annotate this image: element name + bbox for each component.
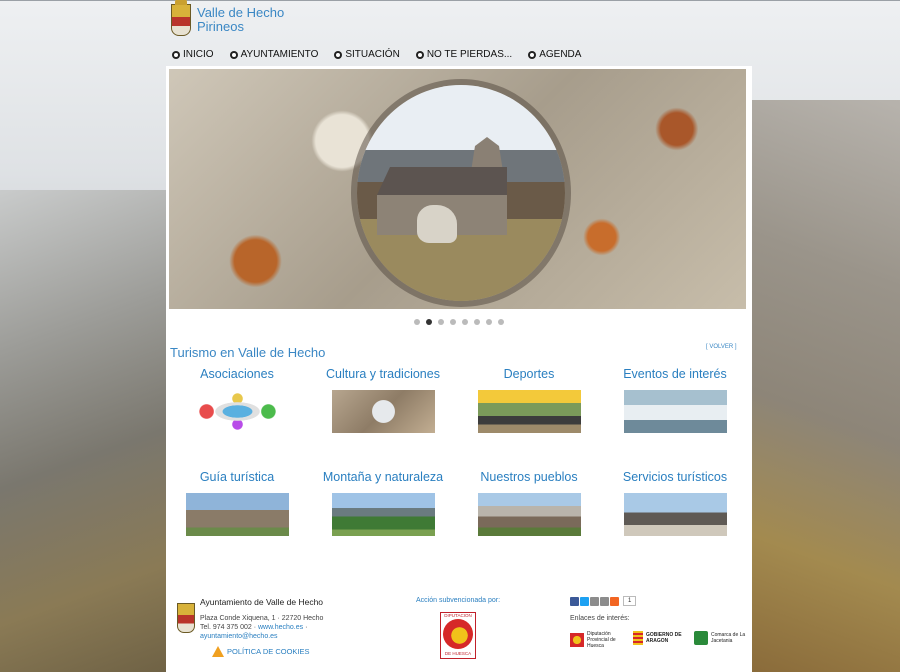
footer-contact-line: Tel. 974 375 002 · www.hecho.es · — [200, 623, 323, 632]
share-plus-icon[interactable] — [610, 596, 619, 606]
site-title: Valle de Hecho — [197, 5, 285, 20]
slider-dot[interactable] — [438, 319, 444, 325]
nav-item-label: INICIO — [183, 49, 214, 60]
footer-phone: Tel. 974 375 002 · — [200, 624, 257, 631]
subsidized-label: Acción subvencionada por: — [416, 597, 501, 604]
link-comarca-jacetania[interactable]: Comarca de La Jacetania — [694, 631, 751, 645]
category-thumbnail[interactable] — [477, 493, 581, 536]
footer-email-link[interactable]: ayuntamiento@hecho.es — [200, 633, 278, 640]
cookies-policy-link[interactable]: POLÍTICA DE COOKIES — [212, 646, 310, 657]
main-panel: Turismo en Valle de Hecho [ VOLVER ] Aso… — [166, 66, 752, 672]
nav-item-no-te-pierdas[interactable]: NO TE PIERDAS... — [415, 49, 513, 60]
share-count: 1 — [623, 596, 637, 606]
category-eventos[interactable]: Eventos de interés — [605, 367, 745, 433]
category-label[interactable]: Asociaciones — [167, 367, 307, 381]
slider-dot[interactable] — [462, 319, 468, 325]
nav-bullet-icon — [334, 50, 343, 59]
diputacion-logo-icon — [570, 633, 584, 647]
link-label: Comarca de La Jacetania — [711, 632, 746, 644]
logo-text: Valle de Hecho Pirineos — [197, 6, 284, 34]
link-label: Diputación Provincial de Huesca — [587, 631, 616, 649]
nav-bullet-icon — [172, 50, 180, 59]
category-cultura[interactable]: Cultura y tradiciones — [313, 367, 453, 433]
category-thumbnail[interactable] — [331, 493, 435, 536]
nav-item-situacion[interactable]: SITUACIÓN — [334, 49, 400, 60]
site-subtitle: Pirineos — [197, 19, 244, 34]
footer-org-name: Ayuntamiento de Valle de Hecho — [200, 597, 324, 607]
email-icon[interactable] — [590, 596, 599, 606]
print-icon[interactable] — [600, 596, 609, 606]
category-label[interactable]: Eventos de interés — [605, 367, 745, 381]
category-label[interactable]: Nuestros pueblos — [459, 470, 599, 484]
cookies-label: POLÍTICA DE COOKIES — [227, 647, 310, 656]
nav-item-inicio[interactable]: INICIO — [172, 49, 214, 60]
category-thumbnail[interactable] — [477, 390, 581, 433]
footer-address: Plaza Conde Xiquena, 1 · 22720 Hecho — [200, 615, 324, 622]
slider-dot[interactable] — [498, 319, 504, 325]
category-label[interactable]: Cultura y tradiciones — [313, 367, 453, 381]
links-of-interest-label: Enlaces de interés: — [570, 615, 630, 622]
main-nav: INICIO AYUNTAMIENTO SITUACIÓN NO TE PIER… — [172, 49, 597, 60]
nav-bullet-icon — [415, 50, 424, 59]
slider-dot-active[interactable] — [426, 319, 432, 325]
slider-photo-window — [357, 85, 565, 301]
category-servicios[interactable]: Servicios turísticos — [605, 470, 745, 536]
slider-pagination — [414, 319, 510, 325]
slider-dot[interactable] — [414, 319, 420, 325]
link-diputacion-huesca[interactable]: Diputación Provincial de Huesca — [570, 631, 619, 649]
footer-address-block: Plaza Conde Xiquena, 1 · 22720 Hecho Tel… — [200, 614, 323, 641]
category-thumbnail[interactable] — [185, 493, 289, 536]
nav-item-label: NO TE PIERDAS... — [426, 49, 513, 60]
category-label[interactable]: Guía turística — [167, 470, 307, 484]
category-asociaciones[interactable]: Asociaciones — [167, 367, 307, 433]
category-pueblos[interactable]: Nuestros pueblos — [459, 470, 599, 536]
slider-dot[interactable] — [450, 319, 456, 325]
jacetania-logo-icon — [694, 631, 708, 645]
category-guia[interactable]: Guía turística — [167, 470, 307, 536]
dph-emblem-icon — [443, 619, 473, 649]
footer-separator: · — [305, 624, 308, 631]
share-bar: 1 — [570, 596, 637, 606]
twitter-icon[interactable] — [580, 596, 589, 606]
category-thumbnail[interactable] — [185, 390, 289, 433]
slider-dot[interactable] — [486, 319, 492, 325]
site-logo[interactable]: Valle de Hecho Pirineos — [171, 0, 284, 36]
sculpture-image — [417, 205, 457, 243]
section-title: Turismo en Valle de Hecho — [170, 345, 326, 360]
category-montana[interactable]: Montaña y naturaleza — [313, 470, 453, 536]
slider-dot[interactable] — [474, 319, 480, 325]
category-label[interactable]: Servicios turísticos — [605, 470, 745, 484]
dph-logo-top: DIPUTACION — [444, 613, 472, 618]
diputacion-huesca-logo[interactable]: DIPUTACION DE HUESCA — [440, 612, 476, 659]
warning-icon — [212, 646, 224, 657]
category-thumbnail[interactable] — [331, 390, 435, 433]
nav-item-label: AYUNTAMIENTO — [240, 49, 319, 60]
footer-coat-of-arms-icon — [177, 603, 195, 633]
category-thumbnail[interactable] — [623, 493, 727, 536]
category-label[interactable]: Montaña y naturaleza — [313, 470, 453, 484]
dph-logo-bottom: DE HUESCA — [444, 651, 472, 656]
footer-web-link[interactable]: www.hecho.es — [258, 624, 303, 631]
category-label[interactable]: Deportes — [459, 367, 599, 381]
nav-bullet-icon — [528, 50, 537, 59]
back-link[interactable]: [ VOLVER ] — [706, 344, 737, 350]
nav-item-label: SITUACIÓN — [345, 49, 400, 60]
nav-item-agenda[interactable]: AGENDA — [528, 49, 581, 60]
nav-bullet-icon — [229, 50, 238, 59]
coat-of-arms-icon — [171, 0, 191, 36]
nav-item-label: AGENDA — [539, 49, 582, 60]
aragon-flag-icon — [633, 631, 643, 645]
category-thumbnail[interactable] — [623, 390, 727, 433]
nav-item-ayuntamiento[interactable]: AYUNTAMIENTO — [229, 49, 319, 60]
link-label: GOBIERNO DE ARAGON — [646, 632, 682, 644]
category-deportes[interactable]: Deportes — [459, 367, 599, 433]
link-gobierno-aragon[interactable]: GOBIERNO DE ARAGON — [633, 631, 690, 645]
facebook-icon[interactable] — [570, 596, 579, 606]
hero-slider-image[interactable] — [169, 69, 746, 309]
background-mountain-right — [750, 100, 900, 672]
background-mountain-left — [0, 190, 170, 672]
top-border — [0, 0, 900, 1]
